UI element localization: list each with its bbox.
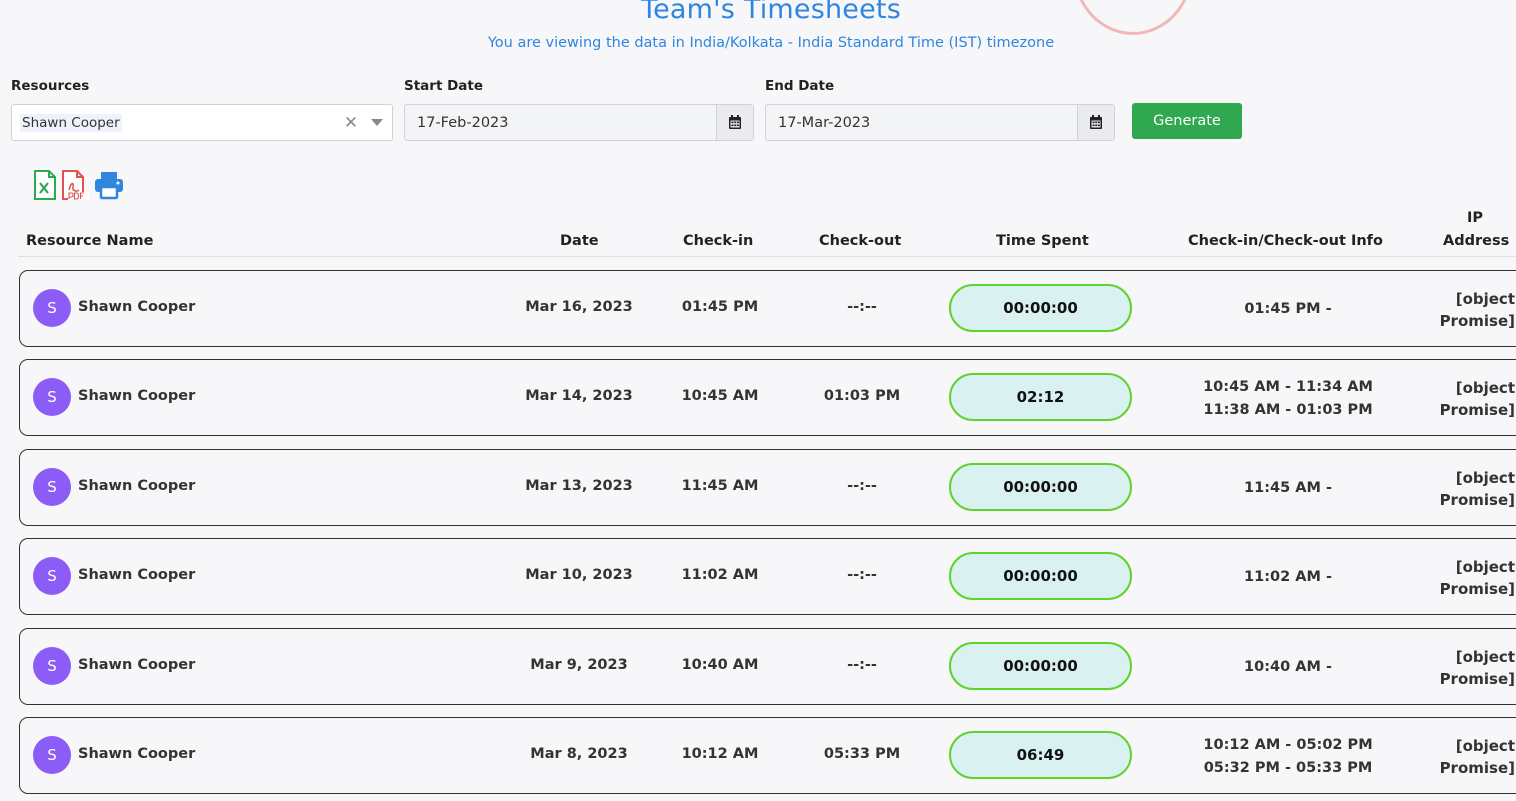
page-title: Team's Timesheets — [641, 0, 901, 25]
row-check-out: 01:03 PM — [823, 388, 901, 404]
row-date: Mar 9, 2023 — [530, 657, 628, 673]
row-ip-line2: Promise] — [1439, 400, 1515, 419]
row-date: Mar 16, 2023 — [525, 299, 633, 315]
start-date-label: Start Date — [404, 78, 484, 94]
row-resource-name: Shawn Cooper — [78, 746, 196, 762]
row-resource-name: Shawn Cooper — [78, 299, 196, 315]
row-ip-address: [object Promise] — [1420, 360, 1515, 437]
row-check-out: --:-- — [847, 657, 877, 673]
row-ip-address: [object Promise] — [1420, 629, 1515, 706]
row-ip-line1: [object — [1455, 378, 1515, 397]
column-header-info: Check-in/Check-out Info — [1188, 233, 1383, 249]
avatar: S — [33, 468, 71, 506]
table-row[interactable]: S Shawn Cooper Mar 13, 2023 11:45 AM --:… — [19, 449, 1516, 526]
table-row[interactable]: S Shawn Cooper Mar 14, 2023 10:45 AM 01:… — [19, 359, 1516, 436]
row-info-line1: 11:02 AM - — [1244, 569, 1332, 585]
clear-icon[interactable]: ✕ — [340, 113, 362, 133]
avatar: S — [33, 647, 71, 685]
row-ip-line1: [object — [1455, 736, 1515, 755]
table-row[interactable]: S Shawn Cooper Mar 16, 2023 01:45 PM --:… — [19, 270, 1516, 347]
column-header-ip-line1: IP — [1467, 210, 1484, 226]
row-date: Mar 8, 2023 — [530, 746, 628, 762]
row-ip-line2: Promise] — [1439, 758, 1515, 777]
column-header-check-in: Check-in — [683, 233, 754, 249]
row-info-line1: 10:40 AM - — [1244, 659, 1332, 675]
pdf-icon[interactable] — [61, 170, 89, 204]
timezone-subtitle: You are viewing the data in India/Kolkat… — [487, 35, 1055, 51]
time-spent-badge: 00:00:00 — [949, 463, 1132, 511]
row-ip-line2: Promise] — [1439, 669, 1515, 688]
time-spent-badge: 06:49 — [949, 731, 1132, 779]
row-resource-name: Shawn Cooper — [78, 657, 196, 673]
row-resource-name: Shawn Cooper — [78, 567, 196, 583]
chevron-down-icon[interactable] — [362, 119, 392, 126]
row-info-line1: 10:12 AM - 05:02 PM — [1203, 736, 1373, 753]
row-ip-address: [object Promise] — [1420, 718, 1515, 795]
time-spent-badge: 00:00:00 — [949, 552, 1132, 600]
resources-label: Resources — [11, 78, 90, 94]
row-info-line1: 01:45 PM - — [1244, 301, 1332, 317]
time-spent-badge: 00:00:00 — [949, 284, 1132, 332]
avatar: S — [33, 289, 71, 327]
end-date-label: End Date — [765, 78, 835, 94]
resources-select[interactable]: Shawn Cooper ✕ — [11, 104, 393, 141]
row-check-in: 01:45 PM — [681, 299, 759, 315]
excel-icon[interactable] — [33, 170, 57, 204]
row-ip-address: [object Promise] — [1420, 539, 1515, 616]
resources-selected-value: Shawn Cooper — [20, 113, 122, 132]
end-date-value: 17-Mar-2023 — [778, 114, 871, 131]
row-ip-line1: [object — [1455, 557, 1515, 576]
end-date-field[interactable]: 17-Mar-2023 — [765, 104, 1115, 141]
calendar-icon[interactable] — [1077, 105, 1114, 140]
row-ip-line2: Promise] — [1439, 490, 1515, 509]
row-check-out: --:-- — [847, 299, 877, 315]
avatar: S — [33, 736, 71, 774]
row-check-in: 10:12 AM — [681, 746, 759, 762]
row-resource-name: Shawn Cooper — [78, 388, 196, 404]
timesheets-page: Team's Timesheets You are viewing the da… — [0, 0, 1516, 801]
row-ip-line1: [object — [1455, 468, 1515, 487]
row-date: Mar 10, 2023 — [525, 567, 633, 583]
header-divider — [18, 256, 1516, 257]
row-check-in: 10:40 AM — [681, 657, 759, 673]
row-check-in: 11:02 AM — [681, 567, 759, 583]
row-ip-line2: Promise] — [1439, 579, 1515, 598]
row-date: Mar 14, 2023 — [525, 388, 633, 404]
row-ip-line1: [object — [1455, 647, 1515, 666]
row-ip-line2: Promise] — [1439, 311, 1515, 330]
row-check-in: 10:45 AM — [681, 388, 759, 404]
row-ip-address: [object Promise] — [1420, 271, 1515, 348]
time-spent-badge: 02:12 — [949, 373, 1132, 421]
row-info-line2: 11:38 AM - 01:03 PM — [1203, 401, 1373, 418]
column-header-ip-line2: Address — [1443, 233, 1510, 249]
row-check-in: 11:45 AM — [681, 478, 759, 494]
start-date-value: 17-Feb-2023 — [417, 114, 509, 131]
row-ip-address: [object Promise] — [1420, 450, 1515, 527]
avatar: S — [33, 557, 71, 595]
row-check-out: 05:33 PM — [823, 746, 901, 762]
calendar-icon[interactable] — [716, 105, 753, 140]
column-header-check-out: Check-out — [819, 233, 902, 249]
row-date: Mar 13, 2023 — [525, 478, 633, 494]
column-header-date: Date — [560, 233, 599, 249]
time-spent-badge: 00:00:00 — [949, 642, 1132, 690]
row-info-line2: 05:32 PM - 05:33 PM — [1203, 759, 1373, 776]
avatar: S — [33, 378, 71, 416]
column-header-time-spent: Time Spent — [996, 233, 1089, 249]
generate-button[interactable]: Generate — [1132, 103, 1242, 139]
column-header-resource-name: Resource Name — [26, 233, 154, 249]
table-row[interactable]: S Shawn Cooper Mar 9, 2023 10:40 AM --:-… — [19, 628, 1516, 705]
row-info-line1: 10:45 AM - 11:34 AM — [1203, 378, 1373, 395]
table-row[interactable]: S Shawn Cooper Mar 10, 2023 11:02 AM --:… — [19, 538, 1516, 615]
row-check-out: --:-- — [847, 567, 877, 583]
start-date-field[interactable]: 17-Feb-2023 — [404, 104, 754, 141]
printer-icon[interactable] — [93, 170, 125, 204]
row-resource-name: Shawn Cooper — [78, 478, 196, 494]
table-row[interactable]: S Shawn Cooper Mar 8, 2023 10:12 AM 05:3… — [19, 717, 1516, 794]
row-info-line1: 11:45 AM - — [1244, 480, 1332, 496]
row-check-out: --:-- — [847, 478, 877, 494]
export-toolbar — [33, 170, 125, 204]
row-ip-line1: [object — [1455, 289, 1515, 308]
